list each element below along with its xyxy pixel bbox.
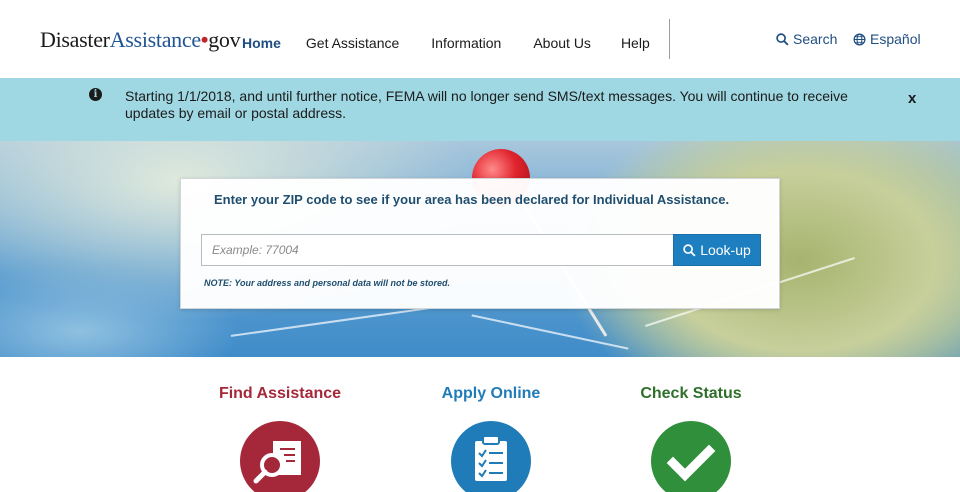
alert-text: Starting 1/1/2018, and until further not… [125,88,848,121]
privacy-note: NOTE: Your address and personal data wil… [204,278,451,288]
apply-online-link[interactable]: Apply Online [391,385,591,492]
nav-information[interactable]: Information [431,35,501,51]
check-status-link[interactable]: Check Status [591,385,791,492]
nav-help[interactable]: Help [621,35,650,51]
search-label: Search [793,31,838,47]
checkmark-icon [651,421,731,492]
clipboard-checklist-icon [451,421,531,492]
site-header: DisasterAssistance•gov Home Get Assistan… [0,0,960,78]
nav-get-assistance[interactable]: Get Assistance [306,35,399,51]
nav-divider [669,19,670,59]
lookup-button[interactable]: Look-up [673,234,761,266]
alert-close-button[interactable]: x [908,90,916,107]
zip-lookup-card: Enter your ZIP code to see if your area … [180,178,780,309]
apply-online-title: Apply Online [441,385,541,402]
find-assistance-title: Find Assistance [218,385,342,402]
globe-icon [853,33,866,45]
language-label: Español [870,31,921,47]
lookup-button-label: Look-up [700,242,751,258]
nav-about-us[interactable]: About Us [533,35,591,51]
search-icon [776,32,789,46]
site-logo[interactable]: DisasterAssistance•gov [40,27,241,53]
language-link[interactable]: Español [853,31,921,47]
search-icon [683,243,696,257]
find-assistance-link[interactable]: Find Assistance [180,385,380,492]
lookup-title: Enter your ZIP code to see if your area … [214,192,730,207]
info-icon: i [89,88,102,101]
logo-part3: gov [208,27,241,52]
find-document-icon [240,421,320,492]
search-link[interactable]: Search [776,31,837,47]
check-status-title: Check Status [640,385,742,402]
logo-part1: Disaster [40,27,110,52]
zip-input[interactable] [201,234,673,266]
alert-banner: i Starting 1/1/2018, and until further n… [0,78,960,141]
nav-home[interactable]: Home [242,35,281,51]
main-nav: Home Get Assistance Information About Us… [242,35,650,51]
logo-part2: Assistance [109,27,201,52]
hero-banner: Enter your ZIP code to see if your area … [0,141,960,357]
